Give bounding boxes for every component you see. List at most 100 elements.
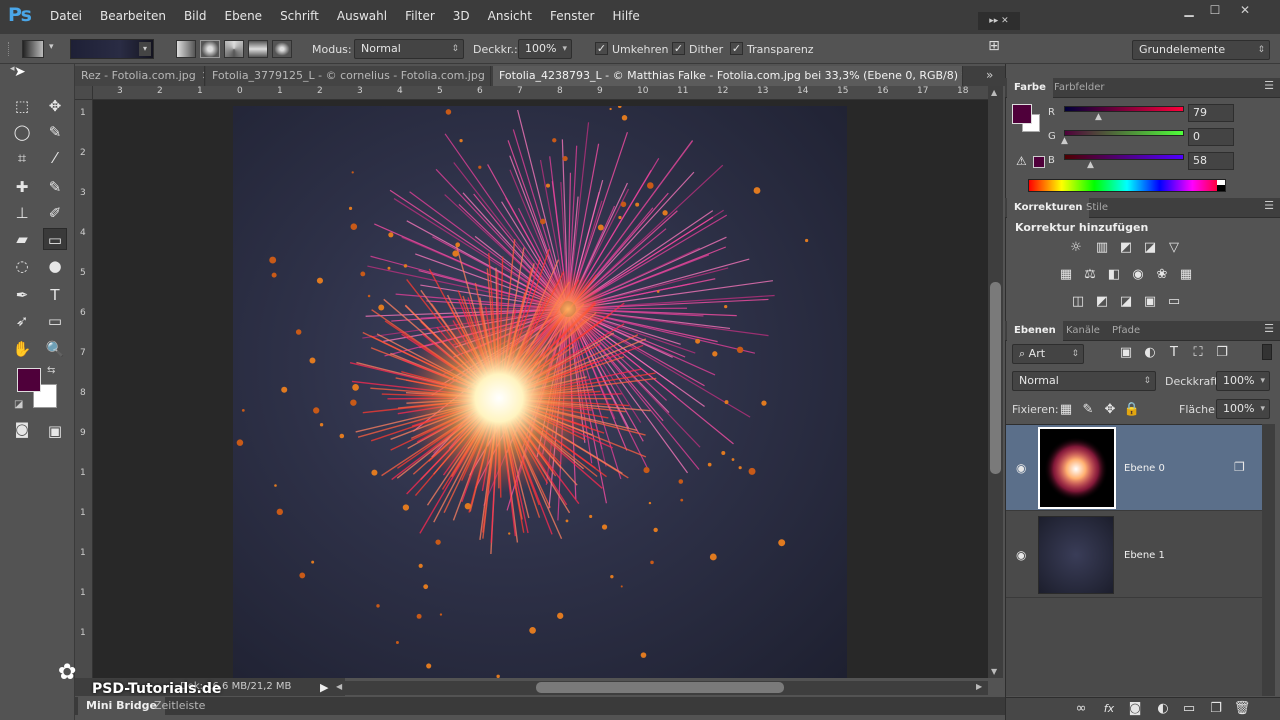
lock-all-icon[interactable]: 🔒: [1123, 402, 1141, 418]
gamut-swatch[interactable]: [1033, 156, 1045, 168]
gamut-warning-icon[interactable]: ⚠: [1016, 154, 1027, 168]
close-window-button[interactable]: ✕: [1232, 2, 1258, 20]
type-tool-icon[interactable]: T: [43, 284, 67, 306]
document-tab-2[interactable]: Fotolia_3779125_L - © cornelius - Fotoli…: [206, 66, 491, 86]
blur-tool-icon[interactable]: ◌: [10, 255, 34, 277]
reflected-gradient-button[interactable]: [248, 40, 268, 58]
layer-name[interactable]: Ebene 0: [1124, 463, 1165, 474]
screen-mode-icon[interactable]: ▣: [43, 420, 67, 442]
lock-position-icon[interactable]: ✥: [1101, 402, 1119, 418]
horizontal-scroll-thumb[interactable]: [536, 682, 784, 693]
color-balance-icon[interactable]: ⚖: [1081, 267, 1099, 283]
scroll-down-icon[interactable]: ▼: [991, 667, 997, 676]
default-colors-icon[interactable]: ◪: [14, 399, 23, 410]
layer-row-ebene-1[interactable]: ◉ Ebene 1: [1006, 512, 1262, 598]
r-slider-thumb[interactable]: ▲: [1095, 112, 1102, 122]
hue-saturation-icon[interactable]: ▦: [1057, 267, 1075, 283]
layer-row-ebene-0[interactable]: ◉ Ebene 0 ❐: [1006, 425, 1262, 511]
quick-selection-tool-icon[interactable]: ✎: [43, 121, 67, 143]
filter-type-icon[interactable]: T: [1165, 345, 1183, 361]
scroll-up-icon[interactable]: ▲: [991, 88, 997, 97]
filter-adjustment-icon[interactable]: ◐: [1141, 345, 1159, 361]
gradient-chevron-icon[interactable]: ▾: [139, 42, 151, 56]
foreground-color-swatch[interactable]: [17, 368, 41, 392]
reverse-checkbox[interactable]: ✓: [595, 42, 608, 55]
lock-pixels-icon[interactable]: ✎: [1079, 402, 1097, 418]
tab-farbe[interactable]: Farbe: [1007, 78, 1053, 98]
add-mask-icon[interactable]: ◙: [1126, 701, 1144, 717]
scroll-right-icon[interactable]: ▶: [976, 682, 982, 691]
menu-hilfe[interactable]: Hilfe: [612, 9, 639, 23]
dodge-tool-icon[interactable]: ●: [43, 255, 67, 277]
g-slider[interactable]: [1064, 130, 1184, 136]
gradient-map-icon[interactable]: ▭: [1165, 294, 1183, 310]
vertical-scroll-thumb[interactable]: [990, 282, 1001, 474]
canvas-area[interactable]: [93, 100, 988, 678]
tab-farbfelder[interactable]: Farbfelder: [1047, 78, 1111, 98]
filter-toggle[interactable]: [1262, 344, 1272, 360]
status-menu-icon[interactable]: ▶: [320, 681, 328, 694]
blend-mode-select[interactable]: Normal ⇕: [1012, 371, 1156, 391]
marquee-tool-icon[interactable]: ⬚: [10, 95, 34, 117]
b-slider-thumb[interactable]: ▲: [1087, 160, 1094, 170]
panel-menu-icon[interactable]: ☰: [1264, 322, 1274, 335]
panel-menu-icon[interactable]: ☰: [1264, 79, 1274, 92]
layers-scrollbar[interactable]: [1262, 424, 1275, 696]
visibility-eye-icon[interactable]: ◉: [1016, 461, 1026, 475]
crop-tool-icon[interactable]: ⌗: [10, 147, 34, 169]
lock-transparency-icon[interactable]: ▦: [1057, 402, 1075, 418]
tab-zeitleiste[interactable]: Zeitleiste: [146, 697, 213, 715]
gradient-tool-icon[interactable]: ▭: [43, 228, 67, 250]
layer-opacity-field[interactable]: 100% ▾: [1216, 371, 1270, 391]
new-layer-icon[interactable]: ❐: [1207, 701, 1225, 717]
opacity-field[interactable]: 100% ▾: [518, 39, 572, 59]
b-slider[interactable]: [1064, 154, 1184, 160]
tab-stile[interactable]: Stile: [1079, 198, 1115, 218]
filter-pixel-icon[interactable]: ▣: [1117, 345, 1135, 361]
filter-shape-icon[interactable]: ⛶: [1189, 345, 1207, 361]
pen-tool-icon[interactable]: ✒: [10, 284, 34, 306]
curves-icon[interactable]: ◩: [1117, 240, 1135, 256]
dither-checkbox[interactable]: ✓: [672, 42, 685, 55]
menu-bearbeiten[interactable]: Bearbeiten: [100, 9, 166, 23]
menu-schrift[interactable]: Schrift: [280, 9, 319, 23]
layer-style-fx-icon[interactable]: fx: [1100, 701, 1118, 717]
panel-menu-icon[interactable]: ☰: [1264, 199, 1274, 212]
hand-tool-icon[interactable]: ✋: [10, 338, 34, 360]
menu-ansicht[interactable]: Ansicht: [488, 9, 532, 23]
color-lookup-icon[interactable]: ▦: [1177, 267, 1195, 283]
posterize-icon[interactable]: ◩: [1093, 294, 1111, 310]
vibrance-icon[interactable]: ▽: [1165, 240, 1183, 256]
tab-overflow-icon[interactable]: »: [986, 68, 993, 82]
lasso-tool-icon[interactable]: ◯: [10, 121, 34, 143]
minimize-button[interactable]: ▁: [1176, 2, 1202, 20]
g-slider-thumb[interactable]: ▲: [1061, 136, 1068, 146]
scroll-left-icon[interactable]: ◀: [336, 682, 342, 691]
brush-tool-icon[interactable]: ✎: [43, 176, 67, 198]
document-tab-1[interactable]: Rez - Fotolia.com.jpg ✕: [75, 66, 205, 86]
workspace-select[interactable]: Grundelemente ⇕: [1132, 40, 1270, 60]
swap-colors-icon[interactable]: ⇆: [47, 365, 55, 376]
menu-ebene[interactable]: Ebene: [224, 9, 262, 23]
menu-filter[interactable]: Filter: [405, 9, 435, 23]
clone-stamp-tool-icon[interactable]: ⊥: [10, 202, 34, 224]
tab-korrekturen[interactable]: Korrekturen: [1007, 198, 1090, 218]
move-tool-icon[interactable]: ✥: [43, 95, 67, 117]
layer-filter-select[interactable]: ⌕ Art ⇕: [1012, 344, 1084, 364]
radial-gradient-button[interactable]: [200, 40, 220, 58]
black-white-icon[interactable]: ◧: [1105, 267, 1123, 283]
tab-kanaele[interactable]: Kanäle: [1059, 321, 1107, 341]
document-image[interactable]: [233, 106, 847, 678]
visibility-eye-icon[interactable]: ◉: [1016, 548, 1026, 562]
angle-gradient-button[interactable]: [224, 40, 244, 58]
healing-brush-tool-icon[interactable]: ✚: [10, 176, 34, 198]
tab-ebenen[interactable]: Ebenen: [1007, 321, 1063, 341]
selective-color-icon[interactable]: ▣: [1141, 294, 1159, 310]
color-spectrum-bar[interactable]: [1028, 179, 1226, 192]
menu-auswahl[interactable]: Auswahl: [337, 9, 387, 23]
r-value-field[interactable]: 79: [1188, 104, 1234, 122]
diamond-gradient-button[interactable]: [272, 40, 292, 58]
mode-select[interactable]: Normal ⇕: [354, 39, 464, 59]
panel-collapse-icon[interactable]: ▸▸ ✕: [978, 12, 1020, 30]
exposure-icon[interactable]: ◪: [1141, 240, 1159, 256]
